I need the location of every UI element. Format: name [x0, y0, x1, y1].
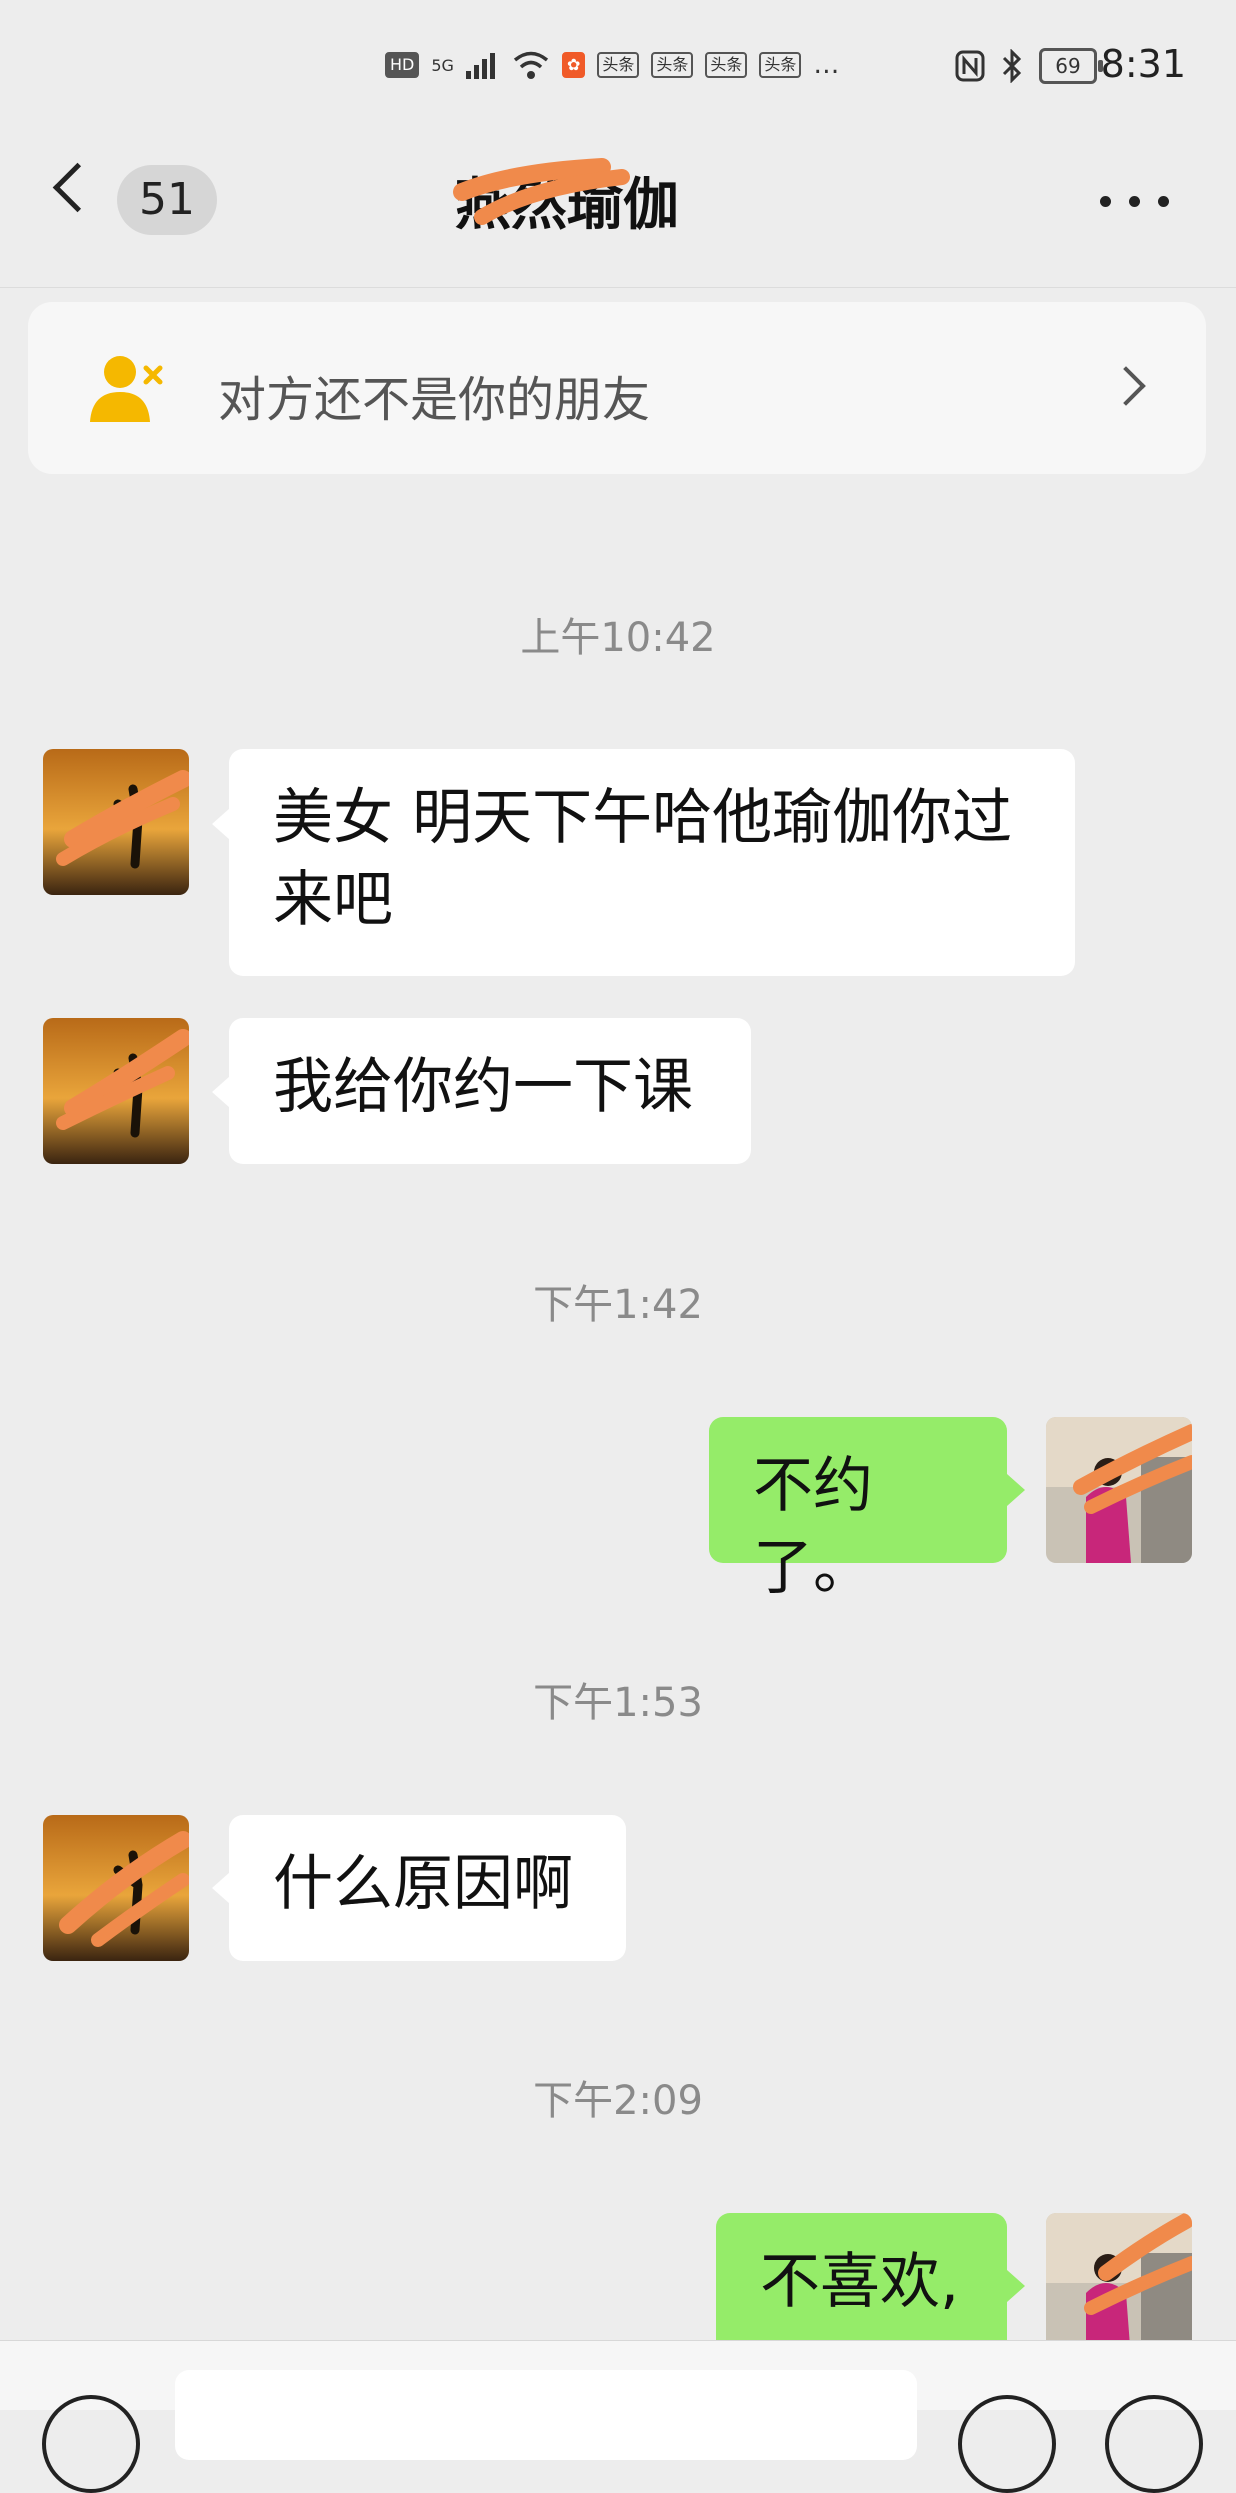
- wifi-icon: [513, 51, 549, 79]
- more-notifications-icon: …: [813, 50, 840, 80]
- bubble-tail: [1007, 1474, 1025, 1506]
- toutiao-icon: 头条: [597, 52, 640, 78]
- my-avatar[interactable]: [1046, 2213, 1192, 2359]
- signal-bars-icon: [465, 53, 495, 79]
- contact-avatar[interactable]: [43, 1018, 189, 1164]
- dot: [1129, 196, 1140, 207]
- bubble-tail: [212, 1872, 230, 1904]
- status-icons-left: HD 5G ✿ 头条 头条 头条 头条 …: [385, 50, 839, 80]
- redaction-scribble: [453, 158, 630, 225]
- hd-icon: HD: [385, 52, 420, 78]
- clock: 8:31: [1100, 42, 1186, 86]
- status-icons-right: 69: [955, 48, 1103, 84]
- message-timestamp: 下午1:53: [533, 1680, 703, 1726]
- message-timestamp: 上午10:42: [520, 615, 716, 661]
- message-input[interactable]: [175, 2370, 917, 2460]
- my-avatar[interactable]: [1046, 1417, 1192, 1563]
- unread-count-badge[interactable]: 51: [117, 165, 217, 235]
- app-notification-icon: ✿: [561, 52, 586, 78]
- bluetooth-icon: [1002, 49, 1022, 83]
- contact-avatar[interactable]: [43, 749, 189, 895]
- message-bubble-incoming[interactable]: 美女 明天下午哈他瑜伽你过来吧: [229, 749, 1075, 976]
- contact-avatar[interactable]: [43, 1815, 189, 1961]
- battery-icon: 69: [1039, 48, 1103, 84]
- message-timestamp: 下午2:09: [533, 2078, 703, 2124]
- message-bubble-outgoing[interactable]: 不喜欢,: [716, 2213, 1007, 2359]
- message-bubble-incoming[interactable]: 我给你约一下课: [229, 1018, 751, 1164]
- bubble-tail: [212, 1076, 230, 1108]
- toutiao-icon: 头条: [651, 52, 694, 78]
- emoji-icon[interactable]: [958, 2395, 1056, 2493]
- message-bubble-incoming[interactable]: 什么原因啊: [229, 1815, 626, 1961]
- message-bubble-outgoing[interactable]: 不约了。: [709, 1417, 1007, 1603]
- notice-text: 对方还不是你的朋友: [218, 372, 651, 428]
- bubble-tail: [212, 808, 230, 840]
- bubble-tail: [1007, 2270, 1025, 2302]
- status-bar: HD 5G ✿ 头条 头条 头条 头条 … 69 8:31: [0, 0, 1236, 135]
- dot: [1100, 196, 1111, 207]
- voice-input-icon[interactable]: [42, 2395, 140, 2493]
- toutiao-icon: 头条: [705, 52, 748, 78]
- user-add-icon: [90, 356, 163, 422]
- 5g-icon: 5G: [431, 55, 454, 75]
- dot: [1158, 196, 1169, 207]
- plus-icon[interactable]: [1105, 2395, 1203, 2493]
- toutiao-icon: 头条: [759, 52, 802, 78]
- message-timestamp: 下午1:42: [533, 1282, 703, 1328]
- nfc-icon: [955, 50, 985, 82]
- more-options-icon[interactable]: [1100, 196, 1169, 207]
